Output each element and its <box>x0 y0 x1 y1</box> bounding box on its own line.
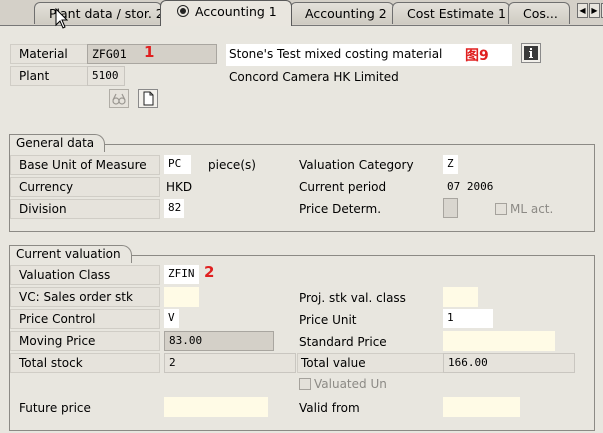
proj-stk-label: Proj. stk val. class <box>299 291 406 305</box>
division-label: Division <box>10 199 160 219</box>
valuation-class-label: Valuation Class <box>10 265 160 285</box>
tab-cost-estimate-more[interactable]: Cos... <box>508 2 570 24</box>
price-unit-field[interactable]: 1 <box>443 309 493 328</box>
moving-price-field[interactable]: 83.00 <box>164 331 274 351</box>
valuated-un-checkbox[interactable] <box>299 378 311 390</box>
total-value-field[interactable]: 166.00 <box>443 353 575 373</box>
annotation-tag-2: 2 <box>204 263 215 281</box>
currency-label: Currency <box>10 177 160 197</box>
material-label: Material <box>10 44 89 64</box>
ml-act-checkbox[interactable] <box>495 203 507 215</box>
valuation-category-field[interactable]: Z <box>443 155 458 174</box>
ml-act-label: ML act. <box>510 202 554 216</box>
vc-sales-order-label: VC: Sales order stk <box>10 287 160 307</box>
glasses-icon[interactable] <box>109 89 129 108</box>
annotation-tag-1: 1 <box>144 43 155 61</box>
price-determ-label: Price Determ. <box>299 202 382 216</box>
tab-scroll-right-icon[interactable]: ▶ <box>589 3 600 18</box>
plant-label: Plant <box>10 66 89 86</box>
current-period-value: 07 2006 <box>447 180 494 193</box>
valid-from-field[interactable] <box>443 397 520 417</box>
general-data-title: General data <box>9 134 106 152</box>
annotation-figure-9: 图9 <box>465 48 489 64</box>
tab-plant-data-stor-2[interactable]: Plant data / stor. 2 <box>34 2 162 24</box>
standard-price-label: Standard Price <box>299 335 387 349</box>
vc-sales-order-field[interactable] <box>164 287 199 307</box>
base-uom-label: Base Unit of Measure <box>10 155 160 175</box>
standard-price-field[interactable] <box>443 331 555 351</box>
base-uom-field[interactable]: PC <box>164 155 191 174</box>
total-stock-field[interactable]: 2 <box>164 353 296 373</box>
valuation-class-field[interactable]: ZFIN <box>164 265 199 284</box>
total-stock-label: Total stock <box>10 353 160 373</box>
plant-field[interactable]: 5100 <box>87 66 125 86</box>
accounting-1-panel: Material ZFG01 1 Stone's Test mixed cost… <box>0 25 603 433</box>
tab-label: Cos... <box>523 6 558 21</box>
plant-description: Concord Camera HK Limited <box>229 70 399 84</box>
document-icon[interactable] <box>138 89 158 108</box>
valuation-category-label: Valuation Category <box>299 158 414 172</box>
currency-value: HKD <box>166 180 193 194</box>
valid-from-label: Valid from <box>299 401 360 415</box>
price-unit-label: Price Unit <box>299 313 357 327</box>
info-icon[interactable] <box>521 43 541 63</box>
future-price-label: Future price <box>19 401 91 415</box>
accounting-tab-icon <box>177 5 189 17</box>
tab-label: Accounting 2 <box>305 6 387 21</box>
valuated-un-label: Valuated Un <box>314 377 387 391</box>
tab-accounting-2[interactable]: Accounting 2 <box>290 2 394 24</box>
price-determ-field[interactable] <box>443 198 458 218</box>
current-period-label: Current period <box>299 180 387 194</box>
tab-cost-estimate-1[interactable]: Cost Estimate 1 <box>392 2 510 24</box>
proj-stk-field[interactable] <box>443 287 478 307</box>
price-control-label: Price Control <box>10 309 160 329</box>
tab-label: Accounting 1 <box>195 4 277 19</box>
tab-label: Cost Estimate 1 <box>407 6 506 21</box>
price-control-field[interactable]: V <box>164 309 179 328</box>
current-valuation-title: Current valuation <box>9 245 132 263</box>
tab-scroll-left-icon[interactable]: ◀ <box>577 3 588 18</box>
future-price-field[interactable] <box>164 397 268 417</box>
total-value-label: Total value <box>297 353 445 373</box>
division-field[interactable]: 82 <box>164 199 184 218</box>
moving-price-label: Moving Price <box>10 331 160 351</box>
base-uom-text: piece(s) <box>208 158 256 172</box>
tab-accounting-1[interactable]: Accounting 1 <box>160 0 292 26</box>
cursor-arrow-icon <box>55 8 69 29</box>
tab-strip: Plant data / stor. 2 Accounting 1 Accoun… <box>0 0 603 26</box>
